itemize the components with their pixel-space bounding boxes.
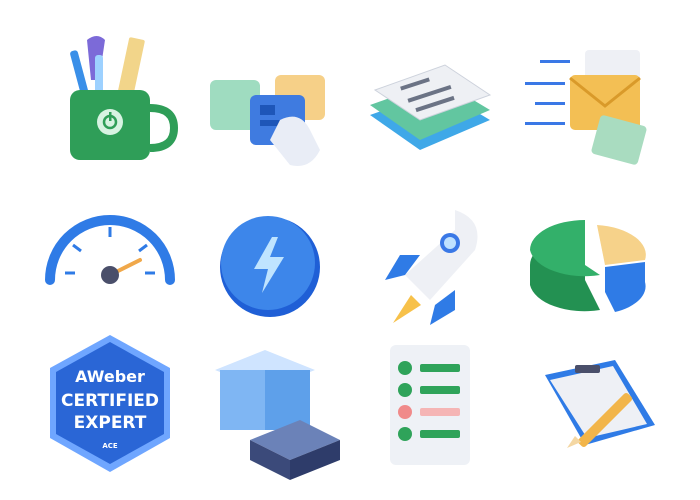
speedometer-icon bbox=[25, 185, 195, 335]
checklist-icon bbox=[345, 330, 515, 480]
icon-grid: AWeber CERTIFIED EXPERT ACE bbox=[0, 0, 700, 500]
badge-footer: ACE bbox=[102, 442, 118, 450]
badge-line2: EXPERT bbox=[74, 413, 147, 433]
pencil-cup-icon bbox=[25, 20, 195, 170]
rocket-icon bbox=[345, 185, 515, 335]
certified-badge-icon: AWeber CERTIFIED EXPERT ACE bbox=[25, 330, 195, 480]
open-boxes-icon bbox=[180, 330, 350, 480]
flying-envelopes-icon bbox=[505, 20, 675, 170]
pie-chart-icon bbox=[505, 185, 675, 335]
drag-cards-icon bbox=[180, 20, 350, 170]
badge-brand: AWeber bbox=[75, 367, 145, 386]
badge-line1: CERTIFIED bbox=[61, 391, 159, 411]
lightning-coin-icon bbox=[180, 185, 350, 335]
clipboard-pencil-icon bbox=[505, 330, 675, 480]
document-stack-icon bbox=[345, 20, 515, 170]
